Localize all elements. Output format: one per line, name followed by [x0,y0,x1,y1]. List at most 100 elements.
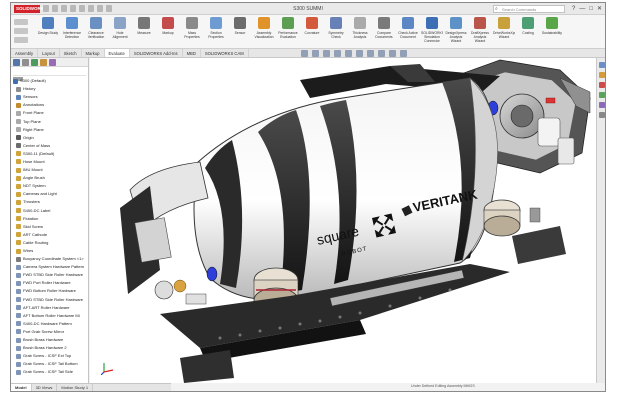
feature-tree-item[interactable]: FWD STBD Side Roller Hardware [13,296,88,304]
ribbon-button-section-properties[interactable]: Section Properties [205,17,227,43]
feature-manager-tab-icon[interactable] [13,59,20,66]
ribbon-button-check-active-document[interactable]: Check Active Document [397,17,419,43]
feature-tree-item[interactable]: Brush Brass Hardware 2 [13,344,88,352]
ribbon-button-performance-evaluation[interactable]: Performance Evaluation [277,17,299,43]
feature-tree-item[interactable]: IMU Mount [13,166,88,174]
feature-tree-item[interactable]: NDT System [13,182,88,190]
feature-tree-item[interactable]: Brush Brass Hardware [13,336,88,344]
ribbon-options-icon[interactable] [14,37,28,43]
feature-tree-item[interactable]: AFT-ART Roller Hardware [13,304,88,312]
feature-tree-item[interactable]: Skid Screw [13,223,88,231]
appearances-icon[interactable] [598,102,605,108]
ribbon-button-driveworksxpress-wizard[interactable]: DriveWorksXpress Wizard [493,17,515,43]
tab-solidworks-add-ins[interactable]: SOLIDWORKS Add-Ins [130,49,183,57]
feature-tree-item[interactable]: Cable Routing [13,239,88,247]
search-commands-box[interactable]: ⌕ Search Commands [493,5,565,13]
ribbon-button-compare-documents[interactable]: Compare Documents [373,17,395,43]
ribbon-button-markup[interactable]: Markup [157,17,179,43]
feature-tree-item[interactable]: Wires [13,247,88,255]
tab-assembly[interactable]: Assembly [11,49,39,57]
tab-markup[interactable]: Markup [82,49,105,57]
view-settings-icon[interactable] [400,50,407,57]
feature-tree-item[interactable]: S400-DC Label [13,207,88,215]
ribbon-button-sensor[interactable]: Sensor [229,17,251,43]
tab-sketch[interactable]: Sketch [60,49,82,57]
view-palette-icon[interactable] [598,92,605,98]
feature-tree-item[interactable]: Grab Screw - ICSF Tail Side [13,368,88,376]
feature-tree-item[interactable]: Right Plane [13,126,88,134]
feature-tree-item[interactable]: Buoyancy Coordinate System <1> [13,255,88,263]
ribbon-button-thickness-analysis[interactable]: Thickness Analysis [349,17,371,43]
feature-tree-item[interactable]: FWD STBD Side Roller Hardware [13,271,88,279]
ribbon-button-mass-properties[interactable]: Mass Properties [181,17,203,43]
help-button[interactable]: ? [572,5,575,13]
tab-solidworks-cam[interactable]: SOLIDWORKS CAM [201,49,249,57]
ribbon-button-solidworks-simulation-connector[interactable]: SOLIDWORKS Simulation Connector [421,17,443,43]
robot-model-render[interactable]: square ROBOT VERITANK [90,58,596,383]
view-orientation-icon[interactable] [345,50,352,57]
feature-tree-item[interactable]: Cameras and Light [13,190,88,198]
ribbon-button-draftxpress-analysis-wizard[interactable]: DraftXpress Analysis Wizard [469,17,491,43]
feature-tree-filter[interactable] [13,68,86,81]
ribbon-button-clearance-verification[interactable]: Clearance Verification [85,17,107,43]
zoom-area-icon[interactable] [312,50,319,57]
ribbon-expand-icon[interactable] [14,28,28,34]
feature-tree-item[interactable]: Grab Screw - ICSF Ext Top [13,352,88,360]
file-explorer-icon[interactable] [598,82,605,88]
dimxpert-tab-icon[interactable] [40,59,47,66]
property-manager-tab-icon[interactable] [22,59,29,66]
feature-tree-item[interactable]: Front Plane [13,109,88,117]
feature-tree-item[interactable]: Annotations [13,101,88,109]
edit-appearance-icon[interactable] [378,50,385,57]
bottom-tab-3d-views[interactable]: 3D Views [32,384,58,391]
ribbon-button-costing[interactable]: Costing [517,17,539,43]
feature-tree-item[interactable]: Grab Screw - ICSF Tail Bottom [13,360,88,368]
ribbon-button-designxpress-analysis-wizard[interactable]: DesignXpress Analysis Wizard [445,17,467,43]
maximize-button[interactable]: □ [589,5,593,13]
apply-scene-icon[interactable] [389,50,396,57]
feature-tree-item[interactable]: Sensors [13,93,88,101]
solidworks-resources-icon[interactable] [598,62,605,68]
feature-tree-item[interactable]: Top Plane [13,117,88,125]
tab-evaluate[interactable]: Evaluate [104,49,130,57]
feature-tree-item[interactable]: Angle Brush [13,174,88,182]
feature-tree-item[interactable]: ART Cathode [13,231,88,239]
feature-tree-item[interactable]: S300-11 (Default) [13,150,88,158]
feature-tree-item[interactable]: FWD Port Roller Hardware [13,279,88,287]
feature-tree-item[interactable]: Center of Mass [13,142,88,150]
ribbon-button-symmetry-check[interactable]: Symmetry Check [325,17,347,43]
feature-tree-item[interactable]: Thrusters [13,198,88,206]
minimize-button[interactable]: — [579,5,585,13]
feature-tree-item[interactable]: Origin [13,134,88,142]
ribbon-pin-icon[interactable] [14,19,28,25]
feature-tree-item[interactable]: FWD Bottom Roller Hardware [13,287,88,295]
ribbon-button-assembly-visualization[interactable]: Assembly Visualization [253,17,275,43]
feature-tree-item[interactable]: S400-DC Hardware Pattern [13,320,88,328]
configuration-manager-tab-icon[interactable] [31,59,38,66]
bottom-tab-motion-study-1[interactable]: Motion Study 1 [57,384,94,391]
feature-tree-item[interactable]: Flotation [13,215,88,223]
bottom-tab-model[interactable]: Model [11,384,32,391]
feature-tree-item[interactable]: Hose Mount [13,158,88,166]
display-style-icon[interactable] [356,50,363,57]
tab-mbd[interactable]: MBD [183,49,201,57]
zoom-to-fit-icon[interactable] [301,50,308,57]
feature-tree-item[interactable]: History [13,85,88,93]
feature-tree-item[interactable]: AFT Bottom Roller Hardware Mi [13,312,88,320]
feature-tree-item[interactable]: S300 (Default) [13,77,88,85]
ribbon-button-sustainability[interactable]: Sustainability [541,17,563,43]
section-view-icon[interactable] [334,50,341,57]
ribbon-button-hole-alignment[interactable]: Hole Alignment [109,17,131,43]
previous-view-icon[interactable] [323,50,330,57]
feature-tree-item[interactable]: Camera System Hardware Pattern [13,263,88,271]
feature-tree-item[interactable]: Port Grab Screw Mirror [13,328,88,336]
ribbon-button-curvature[interactable]: Curvature [301,17,323,43]
tab-layout[interactable]: Layout [38,49,60,57]
design-library-icon[interactable] [598,72,605,78]
ribbon-button-design-study[interactable]: Design Study [37,17,59,43]
ribbon-button-interference-detection[interactable]: Interference Detection [61,17,83,43]
close-button[interactable]: ✕ [597,5,602,13]
custom-properties-icon[interactable] [598,112,605,118]
display-manager-tab-icon[interactable] [49,59,56,66]
hide-show-items-icon[interactable] [367,50,374,57]
